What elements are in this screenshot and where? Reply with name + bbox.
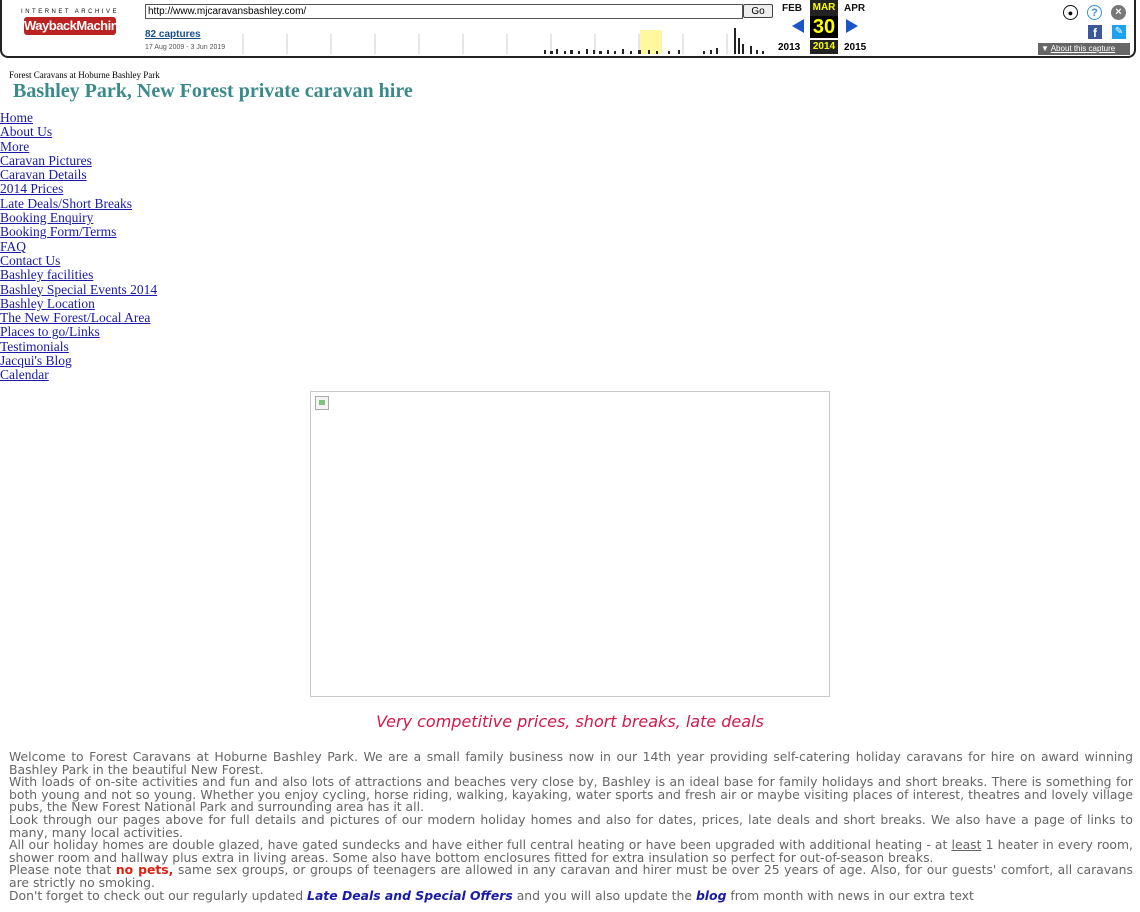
close-icon[interactable]: × <box>1111 5 1126 20</box>
prev-capture-arrow-icon[interactable] <box>792 19 804 33</box>
nav-home[interactable]: Home <box>0 110 157 125</box>
nav-about-us[interactable]: About Us <box>0 124 157 139</box>
paragraph-pages: Look through our pages above for full de… <box>9 811 1133 840</box>
nav-faq[interactable]: FAQ <box>0 239 157 254</box>
nav-caravan-details[interactable]: Caravan Details <box>0 167 157 182</box>
tagline: Very competitive prices, short breaks, l… <box>376 712 764 731</box>
captures-link[interactable]: 82 captures <box>145 29 201 40</box>
about-capture-label: About this capture <box>1050 44 1116 53</box>
prev-month-link[interactable]: FEB <box>782 3 802 14</box>
nav-booking-enquiry[interactable]: Booking Enquiry <box>0 210 157 225</box>
nav-calendar[interactable]: Calendar <box>0 368 157 383</box>
nav-caravan-pictures[interactable]: Caravan Pictures <box>0 153 157 168</box>
nav-testimonials[interactable]: Testimonials <box>0 339 157 354</box>
about-capture-button[interactable]: ▼ About this capture <box>1038 43 1130 55</box>
nav-booking-form[interactable]: Booking Form/Terms <box>0 225 157 240</box>
facebook-icon[interactable]: f <box>1088 25 1102 40</box>
nav-places-links[interactable]: Places to go/Links <box>0 325 157 340</box>
site-subtitle: Forest Caravans at Hoburne Bashley Park <box>9 70 160 80</box>
current-month: MAR <box>810 0 838 16</box>
text-span: same sex groups, or groups of teenagers … <box>9 862 1133 890</box>
page-title: Bashley Park, New Forest private caravan… <box>13 80 413 102</box>
next-capture-arrow-icon[interactable] <box>846 19 858 33</box>
text-span: Don't forget to check out our regularly … <box>9 887 308 903</box>
nav-more[interactable]: More <box>0 139 157 154</box>
wayback-logo[interactable]: INTERNET ARCHIVE WaybackMachine <box>20 4 125 44</box>
nav-special-events[interactable]: Bashley Special Events 2014 <box>0 282 157 297</box>
blog-link[interactable]: blog <box>696 888 727 903</box>
paragraph-welcome: Welcome to Forest Caravans at Hoburne Ba… <box>9 749 1133 777</box>
main-nav: Home About Us More Caravan Pictures Cara… <box>0 110 157 383</box>
user-icon[interactable]: ● <box>1063 5 1078 20</box>
prev-year-link[interactable]: 2013 <box>778 42 800 53</box>
nav-bashley-facilities[interactable]: Bashley facilities <box>0 267 157 282</box>
go-button[interactable]: Go <box>743 4 773 18</box>
current-day: 30 <box>810 16 838 38</box>
paragraph-heating: All our holiday homes are double glazed,… <box>9 837 1133 864</box>
text-span: and you will also update the <box>512 887 696 903</box>
text-span: from month with news in our extra text <box>726 887 974 903</box>
paragraph-late-deals: Don't forget to check out our regularly … <box>9 887 1133 903</box>
help-icon[interactable]: ? <box>1087 5 1102 20</box>
twitter-icon[interactable]: ✎ <box>1112 25 1126 39</box>
least-emphasis: least <box>951 837 982 853</box>
nav-contact-us[interactable]: Contact Us <box>0 253 157 268</box>
nav-2014-prices[interactable]: 2014 Prices <box>0 182 157 197</box>
paragraph-activities: With loads of on-site activities and fun… <box>9 774 1133 815</box>
nav-late-deals[interactable]: Late Deals/Short Breaks <box>0 196 157 211</box>
capture-sparkline[interactable] <box>238 26 770 54</box>
wayback-machine-logo: WaybackMachine <box>24 17 125 35</box>
capture-range: 17 Aug 2009 - 3 Jun 2019 <box>145 44 226 51</box>
current-year: 2014 <box>810 40 838 54</box>
welcome-text: Welcome to Forest Caravans at Hoburne Ba… <box>9 749 1133 903</box>
broken-image-icon <box>315 396 329 410</box>
next-year-link[interactable]: 2015 <box>844 42 866 53</box>
paragraph-rules: Please note that no pets, same sex group… <box>9 864 1133 889</box>
hero-image <box>310 391 830 697</box>
internet-archive-label: INTERNET ARCHIVE <box>21 9 119 15</box>
next-month-link[interactable]: APR <box>844 3 865 14</box>
wayback-toolbar: INTERNET ARCHIVE WaybackMachine http://w… <box>0 0 1136 58</box>
late-deals-link[interactable]: Late Deals and Special Offers <box>307 888 513 903</box>
nav-bashley-location[interactable]: Bashley Location <box>0 296 157 311</box>
nav-blog[interactable]: Jacqui's Blog <box>0 353 157 368</box>
nav-new-forest[interactable]: The New Forest/Local Area <box>0 310 157 325</box>
url-input[interactable]: http://www.mjcaravansbashley.com/ <box>145 4 743 19</box>
